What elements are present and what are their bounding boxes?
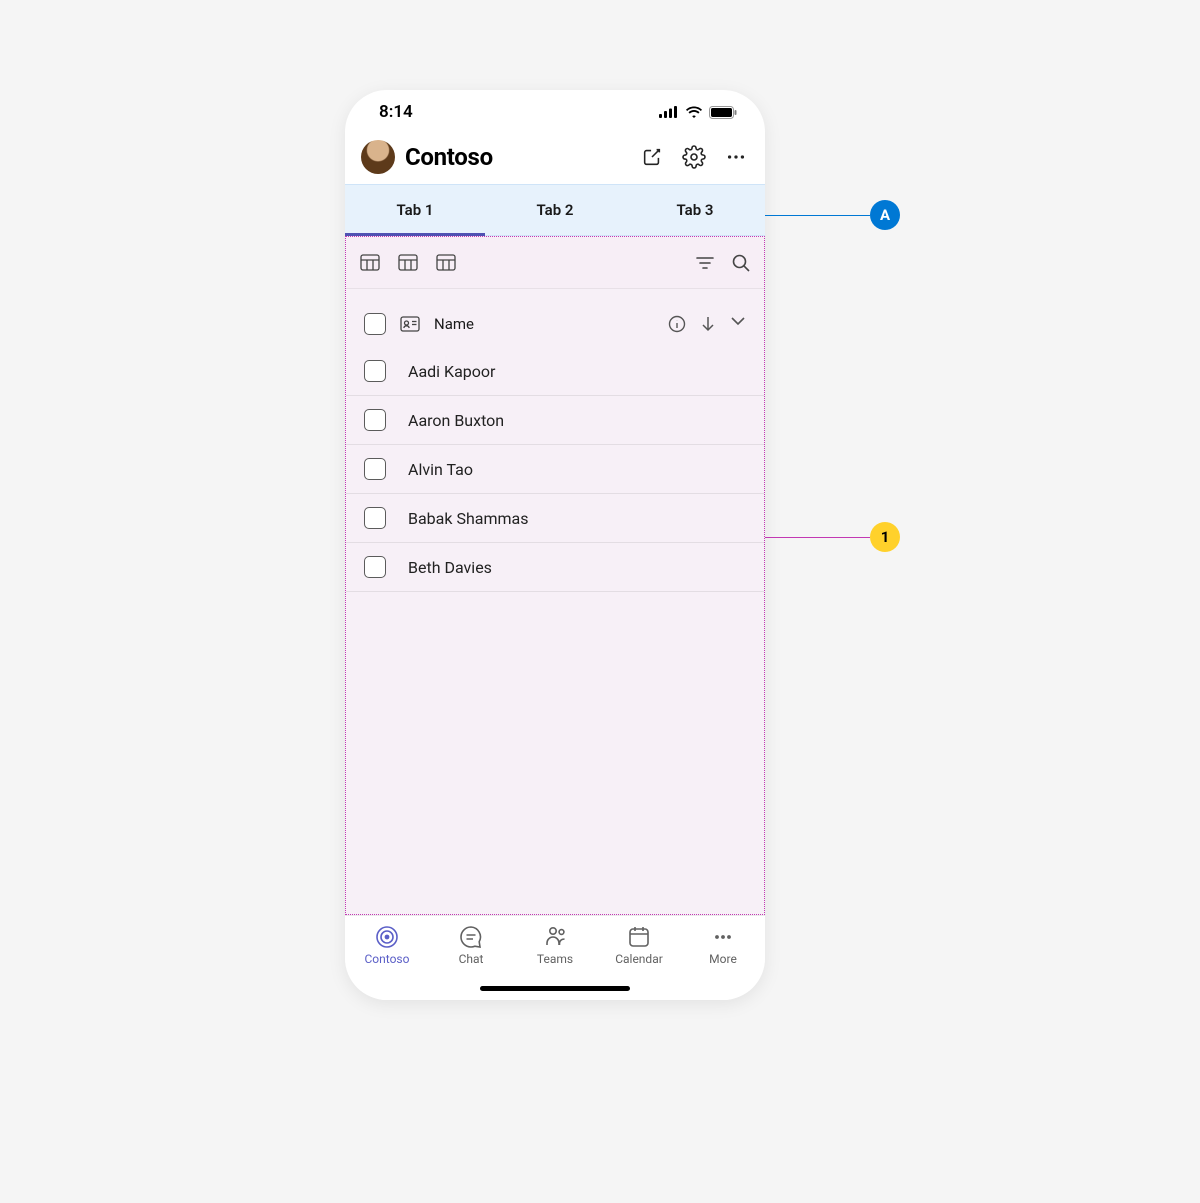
nav-label: Calendar [615, 952, 663, 966]
wifi-icon [685, 106, 703, 119]
row-checkbox[interactable] [364, 360, 386, 382]
nav-label: More [709, 952, 737, 966]
nav-label: Contoso [365, 952, 410, 966]
settings-button[interactable] [681, 144, 707, 170]
list-item[interactable]: Beth Davies [346, 543, 764, 592]
chevron-down-icon[interactable] [730, 315, 746, 327]
view-grid-button-3[interactable] [436, 254, 456, 271]
list-section: Name Aadi Kapoor Aaron Buxton Alvin Tao [346, 289, 764, 914]
select-all-checkbox[interactable] [364, 313, 386, 335]
table-icon [436, 254, 456, 271]
more-button[interactable] [723, 144, 749, 170]
tab-label: Tab 1 [397, 201, 434, 219]
nav-chat[interactable]: Chat [429, 924, 513, 966]
filter-button[interactable] [696, 256, 714, 270]
list-item[interactable]: Babak Shammas [346, 494, 764, 543]
nav-calendar[interactable]: Calendar [597, 924, 681, 966]
more-icon [725, 146, 747, 168]
nav-label: Chat [459, 952, 484, 966]
column-header-name[interactable]: Name [434, 315, 474, 333]
tab-2[interactable]: Tab 2 [485, 185, 625, 235]
tab-bar: Tab 1 Tab 2 Tab 3 [345, 184, 765, 236]
view-grid-button-1[interactable] [360, 254, 380, 271]
nav-contoso[interactable]: Contoso [345, 924, 429, 966]
status-time: 8:14 [379, 102, 413, 122]
contact-card-icon [400, 316, 420, 332]
cellular-icon [659, 106, 679, 118]
row-checkbox[interactable] [364, 507, 386, 529]
row-checkbox[interactable] [364, 458, 386, 480]
table-icon [360, 254, 380, 271]
annotation-a: A [765, 200, 900, 230]
view-grid-button-2[interactable] [398, 254, 418, 271]
nav-more[interactable]: More [681, 924, 765, 966]
list-item[interactable]: Alvin Tao [346, 445, 764, 494]
nav-label: Teams [537, 952, 573, 966]
search-icon [732, 254, 750, 272]
annotation-badge-a: A [870, 200, 900, 230]
status-icons [659, 106, 737, 119]
chat-icon [458, 924, 484, 950]
annotation-1: 1 [765, 522, 900, 552]
tab-1[interactable]: Tab 1 [345, 185, 485, 235]
battery-icon [709, 106, 737, 119]
nav-teams[interactable]: Teams [513, 924, 597, 966]
content-region: Name Aadi Kapoor Aaron Buxton Alvin Tao [345, 236, 765, 915]
annotation-badge-1: 1 [870, 522, 900, 552]
home-indicator [480, 986, 630, 991]
filter-icon [696, 256, 714, 270]
app-header: Contoso [345, 134, 765, 184]
phone-frame: 8:14 Contoso Tab 1 Tab 2 Tab 3 [345, 90, 765, 1000]
list-header: Name [346, 303, 764, 347]
avatar[interactable] [361, 140, 395, 174]
row-checkbox[interactable] [364, 556, 386, 578]
gear-icon [682, 145, 706, 169]
search-button[interactable] [732, 254, 750, 272]
tab-label: Tab 3 [677, 201, 714, 219]
row-name: Babak Shammas [408, 509, 528, 528]
row-name: Beth Davies [408, 558, 492, 577]
status-bar: 8:14 [345, 90, 765, 134]
row-name: Aadi Kapoor [408, 362, 495, 381]
view-toolbar [346, 237, 764, 289]
tab-label: Tab 2 [537, 201, 574, 219]
tab-3[interactable]: Tab 3 [625, 185, 765, 235]
app-title: Contoso [405, 143, 629, 171]
open-external-icon [641, 146, 663, 168]
info-icon[interactable] [668, 315, 686, 333]
contoso-icon [374, 924, 400, 950]
teams-icon [542, 924, 568, 950]
table-icon [398, 254, 418, 271]
open-external-button[interactable] [639, 144, 665, 170]
row-name: Alvin Tao [408, 460, 473, 479]
more-icon [710, 924, 736, 950]
calendar-icon [626, 924, 652, 950]
sort-down-icon[interactable] [700, 315, 716, 333]
row-checkbox[interactable] [364, 409, 386, 431]
list-item[interactable]: Aadi Kapoor [346, 347, 764, 396]
row-name: Aaron Buxton [408, 411, 504, 430]
list-item[interactable]: Aaron Buxton [346, 396, 764, 445]
